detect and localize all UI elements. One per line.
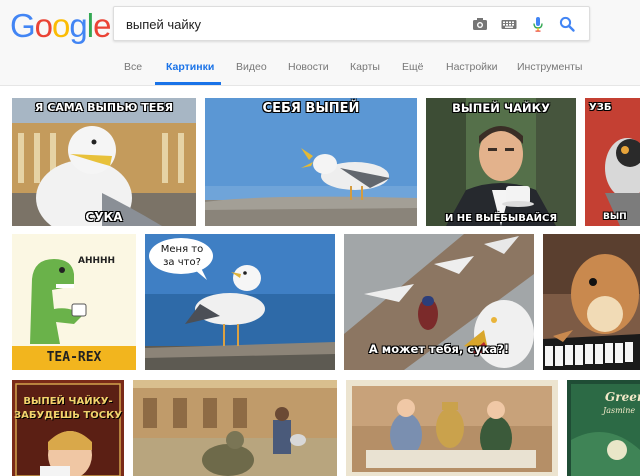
image-result-green-tea-box[interactable]: Green Jasmine — [567, 380, 640, 476]
image-results-grid: Я САМА ВЫПЬЮ ТЕБЯ СУКА СЕБЯ ВЫПЕЙ ВЫПЕЙ … — [0, 86, 640, 476]
meme-caption-top: ВЫПЕЙ ЧАЙКУ — [452, 101, 550, 115]
image-result-seagull-bubble[interactable]: Меня то за что? — [145, 234, 335, 370]
seagull-photo — [12, 98, 196, 226]
tab-video[interactable]: Видео — [236, 61, 267, 73]
image-result-seagull-attack[interactable]: А может тебя, сука?! — [344, 234, 534, 370]
painting-children-samovar — [346, 380, 558, 476]
lemur-photo — [585, 98, 640, 226]
image-result-tea-rex[interactable]: АНННН TEA-REX — [12, 234, 136, 370]
image-result-medvedev[interactable]: ВЫПЕЙ ЧАЙКУ И НЕ ВЫЁБЫВАЙСЯ — [426, 98, 576, 226]
header: Google Все Карт — [0, 0, 640, 86]
image-result-vintage-poster[interactable]: ВЫПЕЙ ЧАЙКУ- ЗАБУДЕШЬ ТОСКУ — [12, 380, 124, 476]
search-box — [113, 6, 590, 41]
logo-letter: g — [69, 7, 87, 44]
search-icon[interactable] — [558, 15, 576, 33]
image-result-soldiers-tea[interactable] — [133, 380, 337, 476]
image-result-seagull-rock[interactable]: СЕБЯ ВЫПЕЙ — [205, 98, 417, 226]
meme-caption-top: Я САМА ВЫПЬЮ ТЕБЯ — [34, 101, 174, 114]
dinosaur-speech: АНННН — [78, 256, 116, 266]
google-logo[interactable]: Google — [10, 6, 111, 46]
meme-caption-bottom: А может тебя, сука?! — [368, 342, 510, 356]
meme-caption-bottom: TEA-REX — [46, 350, 102, 365]
image-result-seagull-meme[interactable]: Я САМА ВЫПЬЮ ТЕБЯ СУКА — [12, 98, 196, 226]
tab-all[interactable]: Все — [124, 61, 142, 73]
logo-letter: G — [10, 7, 36, 44]
meme-caption-top: УЗБ — [589, 102, 612, 113]
active-tab-indicator — [155, 82, 221, 85]
seagull-photo — [205, 98, 417, 226]
soldiers-desert-photo — [133, 380, 337, 476]
poster-text-line-1: ВЫПЕЙ ЧАЙКУ- — [23, 396, 113, 407]
logo-letter: e — [93, 7, 111, 44]
tab-maps[interactable]: Карты — [350, 61, 380, 73]
tab-tools[interactable]: Инструменты — [517, 61, 582, 73]
meme-caption-bottom: ВЫП — [603, 212, 627, 222]
meme-caption-bottom: И НЕ ВЫЁБЫВАЙСЯ — [444, 213, 558, 224]
tab-settings[interactable]: Настройки — [446, 61, 498, 73]
microphone-icon[interactable] — [529, 15, 547, 33]
squirrel-piano-photo — [543, 234, 640, 370]
search-input[interactable] — [124, 13, 458, 35]
speech-bubble-line-1: Меня то — [160, 244, 204, 255]
vintage-poster-illustration — [12, 380, 124, 476]
image-result-tea-painting[interactable] — [346, 380, 558, 476]
image-result-lemur[interactable]: УЗБ ВЫП — [585, 98, 640, 226]
camera-icon[interactable] — [471, 15, 489, 33]
search-tabs: Все Картинки Видео Новости Карты Ещё Нас… — [0, 55, 640, 85]
tea-label-line-2: Jasmine — [603, 406, 636, 415]
tab-images[interactable]: Картинки — [166, 61, 214, 73]
speech-bubble-line-2: за что? — [163, 257, 201, 268]
tab-news[interactable]: Новости — [288, 61, 329, 73]
meme-caption-top: СЕБЯ ВЫПЕЙ — [262, 101, 360, 116]
meme-caption-bottom: СУКА — [85, 210, 123, 224]
tea-label-line-1: Green — [605, 390, 640, 404]
man-drinking-tea-photo — [426, 98, 576, 226]
logo-letter: o — [52, 7, 70, 44]
tab-more[interactable]: Ещё — [402, 61, 423, 73]
keyboard-icon[interactable] — [500, 15, 518, 33]
logo-letter: o — [34, 7, 53, 44]
image-result-squirrel-piano[interactable] — [543, 234, 640, 370]
poster-text-line-2: ЗАБУДЕШЬ ТОСКУ — [14, 410, 122, 421]
